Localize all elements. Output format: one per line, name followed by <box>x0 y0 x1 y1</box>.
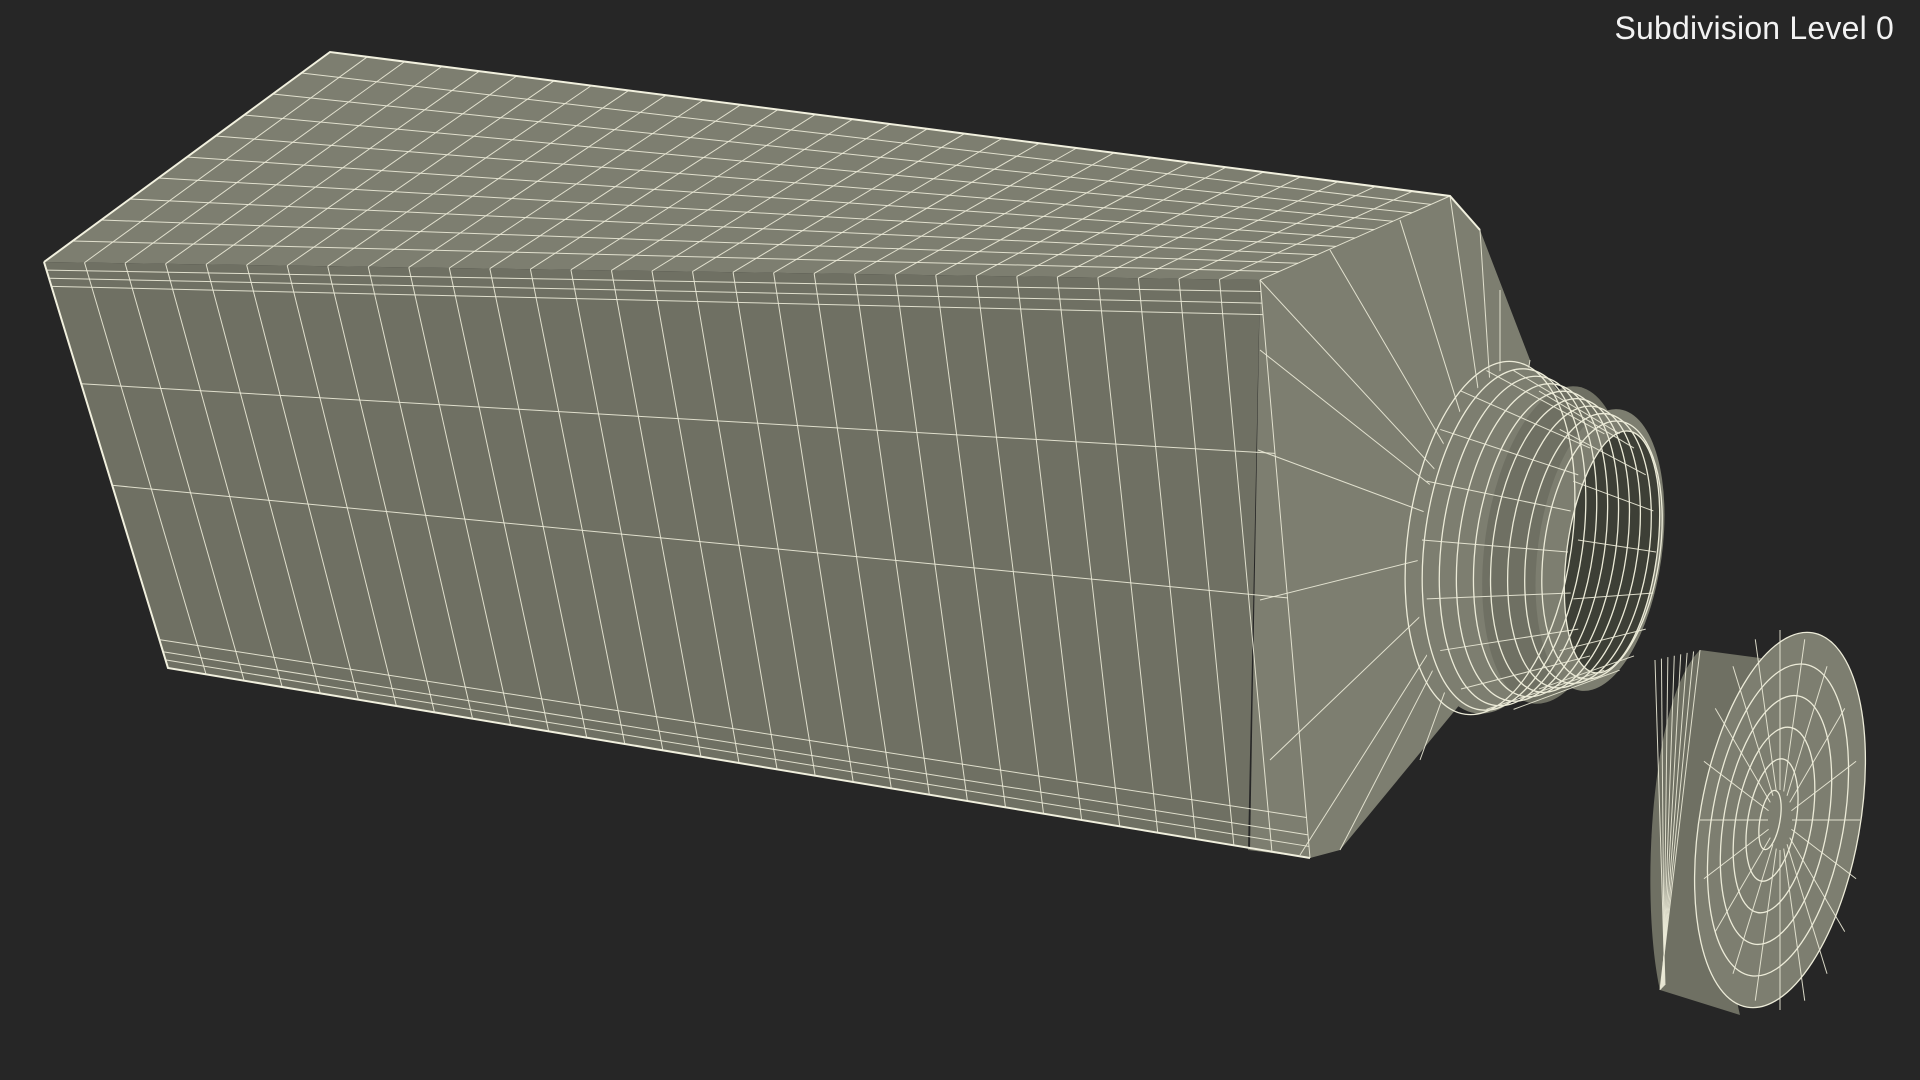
3d-viewport[interactable]: Subdivision Level 0 <box>0 0 1920 1080</box>
wireframe-scene[interactable] <box>0 0 1920 1080</box>
bottle-side-face <box>44 262 1312 858</box>
bottle-cap[interactable] <box>1650 619 1891 1021</box>
bottle-body[interactable] <box>43 50 1531 859</box>
subdivision-level-label: Subdivision Level 0 <box>1614 10 1894 46</box>
